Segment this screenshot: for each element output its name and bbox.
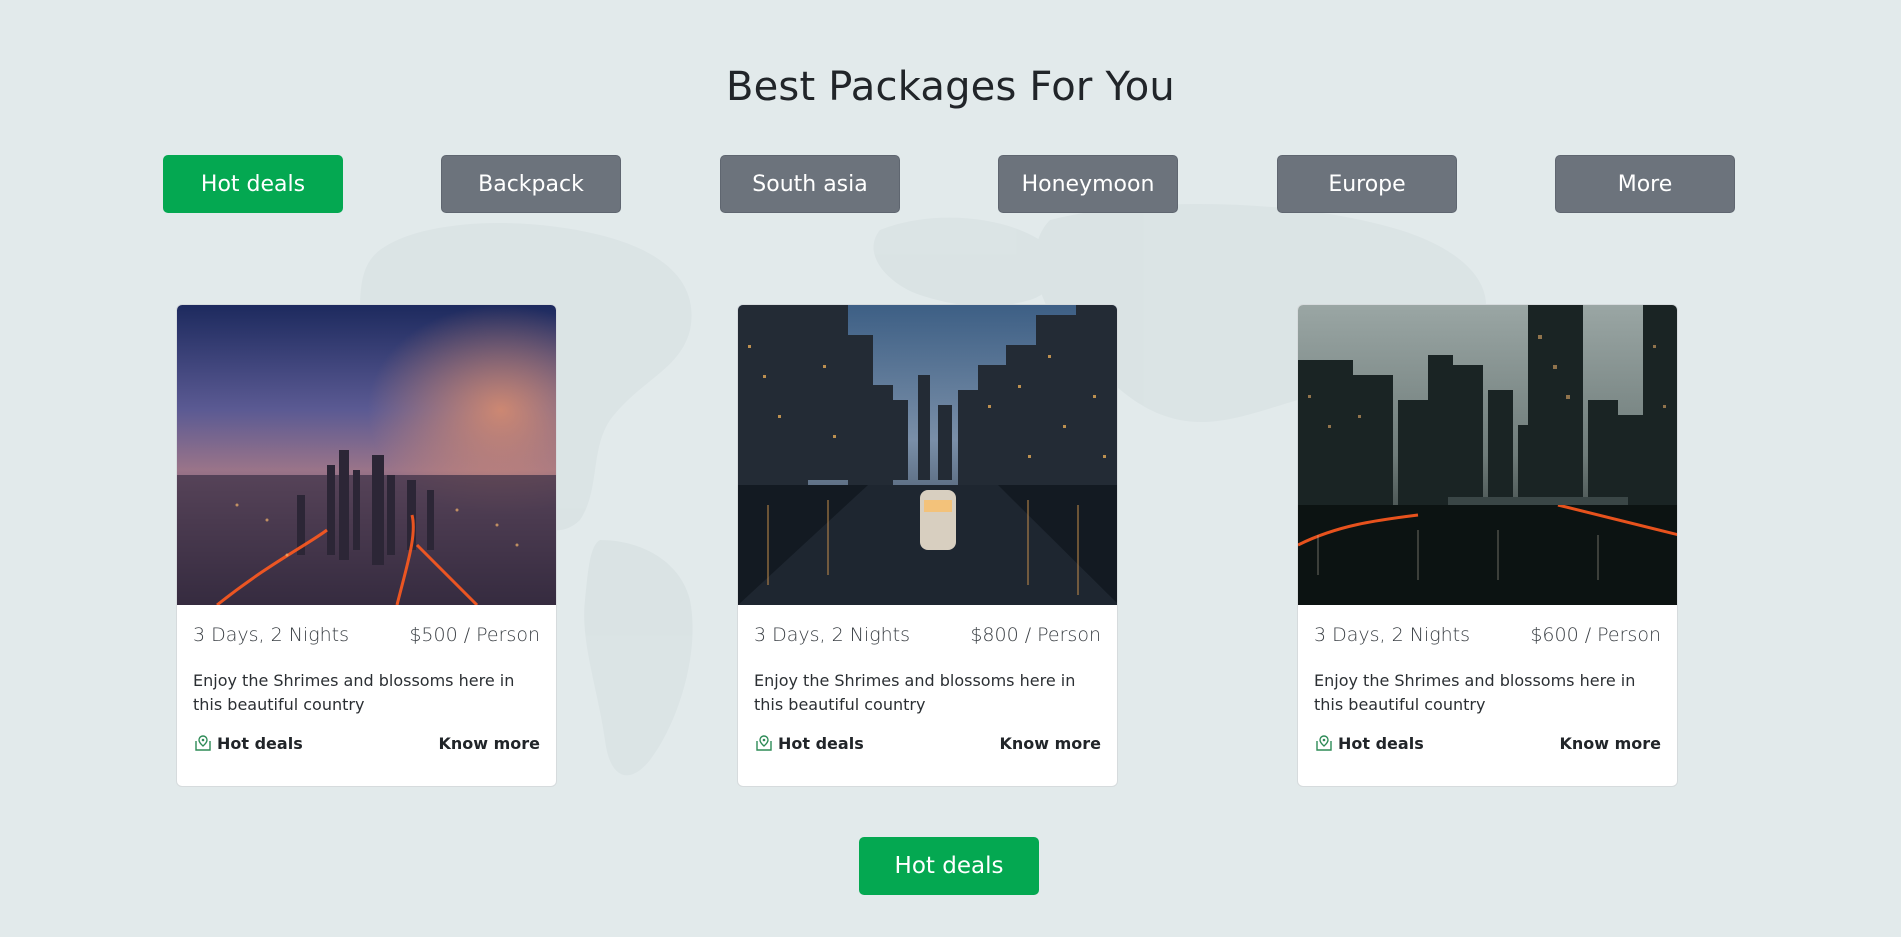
package-card[interactable]: 3 Days, 2 Nights $500 / Person Enjoy the…: [176, 304, 557, 787]
location-tag-icon: [1316, 735, 1332, 751]
package-tabs: Hot deals Backpack South asia Honeymoon …: [163, 155, 1736, 213]
hot-deals-button[interactable]: Hot deals: [859, 837, 1039, 895]
know-more-link[interactable]: Know more: [1559, 734, 1661, 753]
card-duration: 3 Days, 2 Nights: [754, 624, 911, 646]
tab-south-asia[interactable]: South asia: [720, 155, 900, 213]
page-title: Best Packages For You: [725, 64, 1175, 110]
package-cards: 3 Days, 2 Nights $500 / Person Enjoy the…: [0, 304, 1901, 787]
package-card[interactable]: 3 Days, 2 Nights $800 / Person Enjoy the…: [737, 304, 1118, 787]
location-tag-icon: [195, 735, 211, 751]
card-tag-label: Hot deals: [217, 733, 303, 753]
card-price: $800 / Person: [970, 624, 1101, 646]
card-duration: 3 Days, 2 Nights: [193, 624, 350, 646]
card-tag-label: Hot deals: [778, 733, 864, 753]
package-card[interactable]: 3 Days, 2 Nights $600 / Person Enjoy the…: [1297, 304, 1678, 787]
tab-honeymoon[interactable]: Honeymoon: [998, 155, 1178, 213]
card-description: Enjoy the Shrimes and blossoms here in t…: [754, 671, 1076, 714]
know-more-link[interactable]: Know more: [999, 734, 1101, 753]
card-description: Enjoy the Shrimes and blossoms here in t…: [193, 671, 515, 714]
card-description: Enjoy the Shrimes and blossoms here in t…: [1314, 671, 1636, 714]
tab-hot-deals[interactable]: Hot deals: [163, 155, 343, 213]
know-more-link[interactable]: Know more: [438, 734, 540, 753]
card-image-city-river[interactable]: [738, 305, 1117, 605]
tab-more[interactable]: More: [1555, 155, 1735, 213]
tab-backpack[interactable]: Backpack: [441, 155, 621, 213]
tab-europe[interactable]: Europe: [1277, 155, 1457, 213]
card-price: $500 / Person: [409, 624, 540, 646]
card-tag-label: Hot deals: [1338, 733, 1424, 753]
packages-page: Best Packages For You Hot deals Backpack…: [0, 0, 1901, 937]
location-tag-icon: [756, 735, 772, 751]
card-image-city-aerial[interactable]: [177, 305, 556, 605]
card-price: $600 / Person: [1530, 624, 1661, 646]
card-duration: 3 Days, 2 Nights: [1314, 624, 1471, 646]
card-image-city-skyline[interactable]: [1298, 305, 1677, 605]
